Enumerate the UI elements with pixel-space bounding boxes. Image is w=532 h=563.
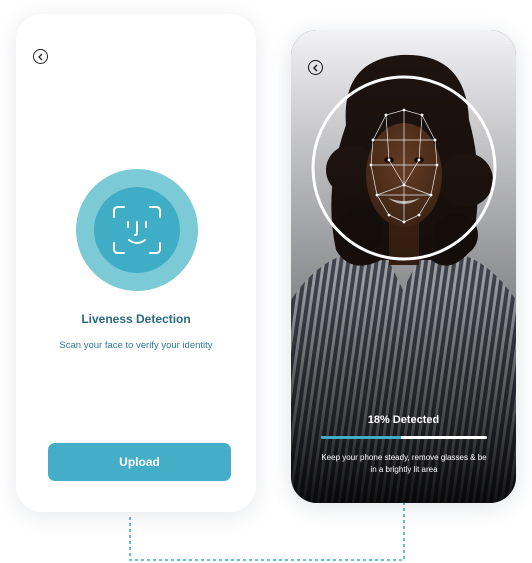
detection-progress-fill — [321, 436, 401, 439]
liveness-intro-screen: Liveness Detection Scan your face to ver… — [16, 14, 256, 512]
back-arrow-icon[interactable] — [33, 49, 48, 64]
detection-progress-bar — [321, 436, 487, 439]
back-arrow-icon[interactable] — [308, 60, 323, 75]
page-title: Liveness Detection — [81, 312, 191, 326]
detection-progress-label: 18% Detected — [367, 414, 440, 426]
face-id-icon — [113, 206, 161, 254]
camera-feed-image — [291, 30, 516, 503]
page-subtitle: Scan your face to verify your identity — [59, 340, 213, 351]
face-scan-screen: 18% Detected Keep your phone steady, rem… — [291, 30, 516, 503]
upload-button[interactable]: Upload — [48, 443, 231, 481]
scan-hint-text: Keep your phone steady, remove glasses &… — [321, 453, 487, 474]
